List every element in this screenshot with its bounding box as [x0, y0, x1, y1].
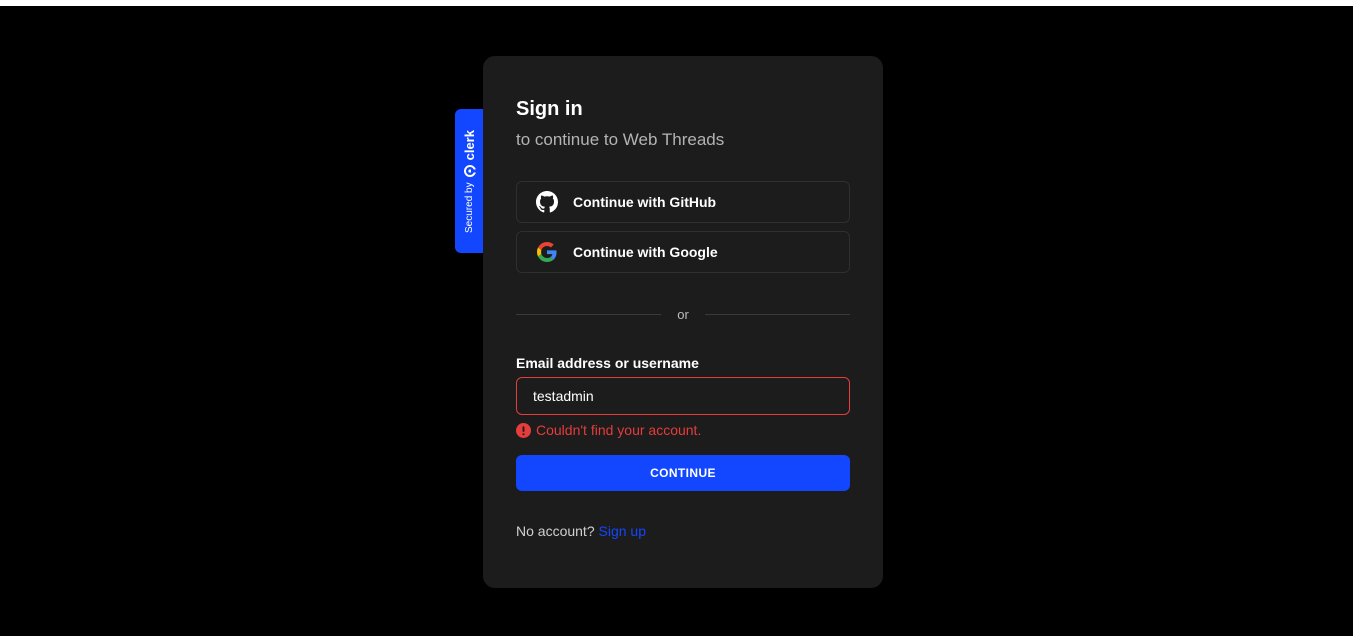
- continue-with-github-button[interactable]: Continue with GitHub: [516, 181, 850, 223]
- badge-secured-text: Secured by: [463, 181, 475, 233]
- sign-up-link[interactable]: Sign up: [599, 523, 646, 539]
- page-title: Sign in: [516, 98, 583, 120]
- badge-brand-text: clerk: [461, 129, 477, 160]
- email-field[interactable]: [516, 377, 850, 415]
- continue-with-google-button[interactable]: Continue with Google: [516, 231, 850, 273]
- page-subtitle: to continue to Web Threads: [516, 130, 725, 149]
- badge-content: Secured by clerk: [462, 130, 477, 233]
- or-divider: or: [516, 304, 850, 324]
- divider-line-left: [516, 313, 661, 315]
- clerk-logo-icon: [463, 164, 475, 177]
- error-circle-icon: [516, 422, 531, 438]
- top-white-bar: [0, 0, 1353, 6]
- signup-prompt: No account? Sign up: [516, 523, 646, 539]
- google-icon: [536, 241, 558, 263]
- error-message: Couldn't find your account.: [516, 422, 701, 438]
- github-button-label: Continue with GitHub: [573, 194, 717, 210]
- secured-by-clerk-badge[interactable]: Secured by clerk: [455, 109, 483, 253]
- divider-line-right: [705, 313, 850, 315]
- github-icon: [536, 191, 558, 213]
- no-account-text: No account?: [516, 523, 595, 539]
- signin-card: Sign in to continue to Web Threads Conti…: [483, 56, 883, 588]
- divider-text: or: [677, 306, 689, 322]
- error-text: Couldn't find your account.: [536, 422, 702, 438]
- email-field-label: Email address or username: [516, 355, 699, 371]
- google-button-label: Continue with Google: [573, 244, 718, 260]
- continue-button[interactable]: CONTINUE: [516, 455, 850, 491]
